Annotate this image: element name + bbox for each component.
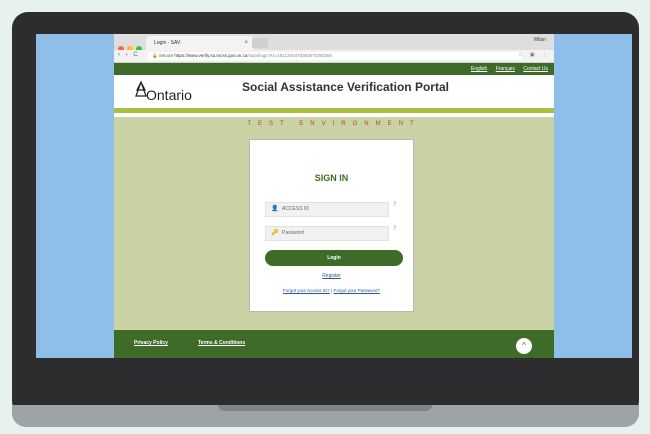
site-top-bar: English Français Contact Us xyxy=(114,63,554,75)
tab-strip: Login - SAV × Milan xyxy=(114,34,554,52)
secure-label: Secure xyxy=(158,53,174,58)
url-rest: /saav/login?ts=1511200479383070300384 xyxy=(247,53,333,58)
francais-link[interactable]: Français xyxy=(496,66,515,72)
browser-toolbar: ‹ › C 🔒 Secure https://www.verify.sa.mcs… xyxy=(114,50,554,63)
key-icon: 🔑 xyxy=(271,230,279,236)
password-placeholder: Password xyxy=(282,230,304,236)
forgot-links: Forgot your Access ID? | Forgot your Pas… xyxy=(250,288,413,293)
accent-bar xyxy=(114,108,554,113)
portal-title: Social Assistance Verification Portal xyxy=(242,80,449,94)
url-main: https://www.verify.sa.mcss.gov.on.ca xyxy=(174,53,248,58)
forgot-access-id-link[interactable]: Forgot your Access ID? xyxy=(283,288,330,293)
site-header: Ontario Social Assistance Verification P… xyxy=(114,75,554,108)
test-environment-banner: TEST ENVIRONMENT xyxy=(247,121,421,127)
login-button[interactable]: Login xyxy=(265,250,403,266)
chevron-up-icon: ^ xyxy=(522,341,526,350)
ontario-logo[interactable]: Ontario xyxy=(146,87,192,103)
site-footer: Privacy Policy Terms & Conditions ^ xyxy=(114,330,554,358)
password-input[interactable]: 🔑 Password xyxy=(265,226,389,241)
laptop-notch xyxy=(218,405,432,411)
lock-icon: 🔒 xyxy=(152,53,158,58)
navigation-icons[interactable]: ‹ › C xyxy=(118,52,140,58)
english-link[interactable]: English xyxy=(471,66,487,72)
register-link[interactable]: Register xyxy=(250,273,413,279)
browser-user[interactable]: Milan xyxy=(534,37,546,43)
address-bar[interactable]: 🔒 Secure https://www.verify.sa.mcss.gov.… xyxy=(148,52,522,60)
main-content: TEST ENVIRONMENT SIGN IN 👤 ACCESS ID ? 🔑… xyxy=(114,117,554,330)
browser-window: Login - SAV × Milan ‹ › C 🔒 Secure https… xyxy=(114,34,554,358)
contact-us-link[interactable]: Contact Us xyxy=(523,66,548,72)
toolbar-icons[interactable]: ☆ ▣ ⋮ xyxy=(518,52,550,58)
privacy-policy-link[interactable]: Privacy Policy xyxy=(134,340,168,346)
scroll-to-top-button[interactable]: ^ xyxy=(516,338,532,354)
signin-title: SIGN IN xyxy=(314,173,349,183)
laptop-screen: Login - SAV × Milan ‹ › C 🔒 Secure https… xyxy=(36,34,632,358)
forgot-password-link[interactable]: Forgot your Password? xyxy=(333,288,380,293)
signin-card: SIGN IN 👤 ACCESS ID ? 🔑 Password ? Login… xyxy=(249,139,414,312)
new-tab-button[interactable] xyxy=(252,38,268,48)
user-icon: 👤 xyxy=(271,206,279,212)
close-tab-icon[interactable]: × xyxy=(244,36,248,50)
terms-conditions-link[interactable]: Terms & Conditions xyxy=(198,340,245,346)
access-id-placeholder: ACCESS ID xyxy=(282,206,309,212)
access-id-input[interactable]: 👤 ACCESS ID xyxy=(265,202,389,217)
tab-title: Login - SAV xyxy=(154,40,181,46)
access-id-help-icon[interactable]: ? xyxy=(393,202,396,208)
browser-tab[interactable]: Login - SAV × xyxy=(146,36,254,50)
password-help-icon[interactable]: ? xyxy=(393,226,396,232)
